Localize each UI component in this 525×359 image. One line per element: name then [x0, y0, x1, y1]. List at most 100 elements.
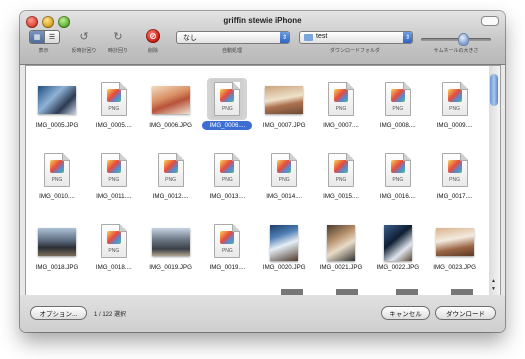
image-item[interactable]: IMG_0020.JPG [257, 218, 311, 278]
vertical-scrollbar[interactable]: ▲ ▼ [489, 65, 501, 296]
photo-thumbnail[interactable] [151, 86, 190, 114]
file-type-label: PNG [221, 106, 233, 112]
image-item[interactable]: PNG IMG_0017.... [428, 147, 482, 207]
image-item[interactable]: IMG_0005.JPG [30, 76, 84, 136]
photo-thumbnail[interactable] [265, 86, 304, 114]
image-filename: IMG_0006.JPG [149, 122, 192, 129]
image-filename: IMG_0013.... [209, 193, 246, 200]
image-item[interactable]: PNG IMG_0007.... [314, 76, 368, 136]
png-file-icon[interactable]: PNG [328, 82, 354, 116]
file-type-label: PNG [449, 106, 461, 112]
delete-label: 削除 [147, 48, 158, 54]
scroll-down-icon[interactable]: ▼ [491, 286, 496, 292]
png-file-icon[interactable]: PNG [214, 224, 241, 258]
image-filename: IMG_0012.... [152, 193, 189, 200]
image-item[interactable]: PNG IMG_0009.... [428, 76, 482, 136]
icon-view-icon[interactable]: ▦ [30, 31, 44, 43]
cancel-button[interactable]: キャンセル [381, 306, 430, 320]
image-item[interactable]: IMG_0007.JPG [257, 76, 311, 136]
image-item[interactable]: IMG_0023.JPG [428, 218, 482, 278]
preview-icon [220, 160, 235, 173]
image-filename: IMG_0016.... [379, 193, 416, 200]
photo-thumbnail[interactable] [383, 225, 412, 261]
image-filename: IMG_0014.... [266, 193, 303, 200]
preview-icon [447, 89, 462, 102]
image-item[interactable]: IMG_0022.JPG [371, 218, 425, 278]
png-file-icon[interactable]: PNG [384, 153, 411, 187]
download-folder-select[interactable]: test ⇕ [299, 31, 413, 44]
image-item[interactable]: PNG IMG_0014.... [257, 147, 311, 207]
folder-icon [304, 34, 313, 41]
photo-thumbnail[interactable] [38, 228, 76, 256]
png-file-icon[interactable]: PNG [328, 153, 354, 187]
image-item[interactable]: PNG IMG_0008.... [371, 76, 425, 136]
photo-thumbnail[interactable] [151, 228, 190, 256]
file-type-label: PNG [221, 177, 233, 183]
photo-thumbnail[interactable] [38, 86, 76, 114]
scrollbar-thumb[interactable] [490, 74, 498, 106]
image-item[interactable]: IMG_0018.JPG [30, 218, 84, 278]
preview-icon [220, 89, 235, 102]
image-grid[interactable]: IMG_0005.JPG PNG IMG_0005.... IMG_0006.JPG P… [25, 65, 491, 296]
photo-thumbnail[interactable] [435, 228, 474, 256]
png-file-icon[interactable]: PNG [44, 153, 70, 187]
image-item[interactable]: IMG_0006.JPG [144, 76, 198, 136]
image-item[interactable]: PNG IMG_0018.... [87, 218, 141, 278]
png-file-icon[interactable]: PNG [100, 224, 127, 258]
image-item[interactable]: PNG IMG_0006.... [200, 76, 254, 136]
preview-icon [163, 160, 178, 173]
chevron-up-down-icon: ⇕ [403, 32, 412, 43]
image-item[interactable]: IMG_0021.JPG [314, 218, 368, 278]
list-view-icon[interactable]: ☰ [44, 31, 59, 43]
rotate-right-icon[interactable]: ↻ [111, 29, 125, 43]
image-item[interactable]: PNG IMG_0016.... [371, 147, 425, 207]
toolbar-toggle-button[interactable] [481, 16, 499, 26]
png-file-icon[interactable]: PNG [441, 82, 468, 116]
delete-icon[interactable]: ⊘ [146, 29, 160, 43]
chevron-up-down-icon: ⇕ [280, 32, 289, 43]
auto-action-select[interactable]: なし ⇕ [176, 31, 290, 44]
image-filename: IMG_0017.... [436, 193, 473, 200]
thumb-size-label: サムネールの大きさ [433, 48, 479, 54]
image-item[interactable]: IMG_0019.JPG [144, 218, 198, 278]
preview-icon [390, 89, 405, 102]
download-button[interactable]: ダウンロード [435, 306, 496, 320]
file-type-label: PNG [221, 248, 233, 254]
thumb-size-slider-knob[interactable] [458, 33, 469, 46]
png-file-icon[interactable]: PNG [384, 82, 411, 116]
image-filename: IMG_0006.... [202, 121, 253, 130]
thumb-size-slider[interactable] [421, 38, 491, 41]
image-item[interactable]: PNG IMG_0012.... [144, 147, 198, 207]
photo-thumbnail[interactable] [270, 225, 299, 261]
png-file-icon[interactable]: PNG [214, 153, 241, 187]
png-file-icon[interactable]: PNG [441, 153, 468, 187]
png-file-icon[interactable]: PNG [100, 153, 127, 187]
image-filename: IMG_0019.... [209, 264, 246, 271]
image-filename: IMG_0009.... [436, 122, 473, 129]
rotate-left-icon[interactable]: ↺ [77, 29, 91, 43]
png-file-icon[interactable]: PNG [100, 82, 127, 116]
image-item[interactable]: PNG IMG_0015.... [314, 147, 368, 207]
image-filename: IMG_0019.JPG [149, 264, 192, 271]
image-filename: IMG_0007.JPG [262, 122, 306, 129]
scroll-up-icon[interactable]: ▲ [491, 278, 496, 284]
image-item[interactable]: PNG IMG_0011.... [87, 147, 141, 207]
preview-icon [334, 89, 348, 102]
view-mode-segmented-control[interactable]: ▦ ☰ [29, 30, 60, 44]
photo-thumbnail[interactable] [327, 225, 355, 261]
window-title: griffin stewie iPhone [223, 16, 302, 25]
image-filename: IMG_0021.JPG [319, 264, 363, 271]
next-row-peek [26, 287, 490, 295]
image-filename: IMG_0007.... [323, 122, 359, 129]
png-file-icon[interactable]: PNG [157, 153, 184, 187]
options-button[interactable]: オプション... [30, 306, 87, 320]
image-item[interactable]: PNG IMG_0010.... [30, 147, 84, 207]
image-item[interactable]: PNG IMG_0013.... [200, 147, 254, 207]
png-file-icon[interactable]: PNG [271, 153, 298, 187]
image-filename: IMG_0011.... [96, 193, 132, 200]
image-filename: IMG_0022.JPG [376, 264, 420, 271]
selection-count: 1 / 122 選択 [94, 312, 127, 318]
png-file-icon[interactable]: PNG [214, 82, 241, 116]
image-item[interactable]: PNG IMG_0005.... [87, 76, 141, 136]
image-item[interactable]: PNG IMG_0019.... [200, 218, 254, 278]
